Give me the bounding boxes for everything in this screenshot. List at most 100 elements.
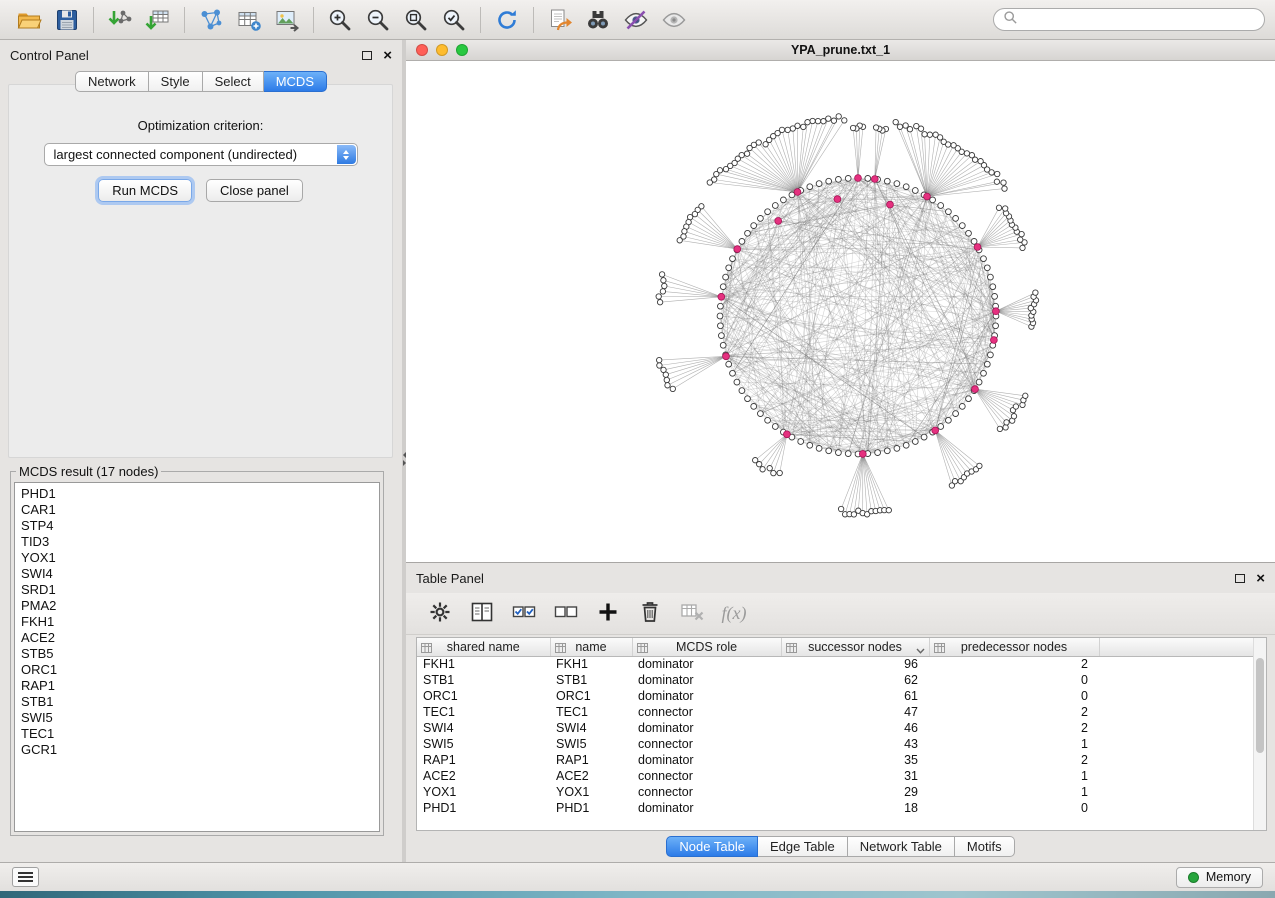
- cell-name[interactable]: STB1: [550, 672, 632, 688]
- cell-predecessor-nodes[interactable]: 1: [929, 736, 1099, 752]
- new-network-button[interactable]: [193, 4, 229, 36]
- cell-shared-name[interactable]: SWI4: [417, 720, 550, 736]
- cell-successor-nodes[interactable]: 43: [781, 736, 929, 752]
- table-row[interactable]: TEC1TEC1connector472: [417, 704, 1266, 720]
- cell-shared-name[interactable]: RAP1: [417, 752, 550, 768]
- table-scrollbar[interactable]: [1253, 638, 1266, 830]
- cell-successor-nodes[interactable]: 47: [781, 704, 929, 720]
- table-row[interactable]: STB1STB1dominator620: [417, 672, 1266, 688]
- table-row[interactable]: ORC1ORC1dominator610: [417, 688, 1266, 704]
- hide-selected-button[interactable]: [618, 4, 654, 36]
- cell-shared-name[interactable]: SWI5: [417, 736, 550, 752]
- panel-menu-button[interactable]: [12, 867, 39, 887]
- cell-predecessor-nodes[interactable]: 0: [929, 800, 1099, 816]
- control-tab-mcds[interactable]: MCDS: [264, 71, 327, 92]
- cell-successor-nodes[interactable]: 29: [781, 784, 929, 800]
- control-tab-select[interactable]: Select: [203, 71, 264, 92]
- table-scrollbar-thumb[interactable]: [1256, 658, 1264, 753]
- close-panel-icon[interactable]: ×: [383, 48, 392, 63]
- control-tab-style[interactable]: Style: [149, 71, 203, 92]
- mcds-node-item[interactable]: SWI4: [21, 566, 373, 582]
- show-graphics-details-button[interactable]: [656, 4, 692, 36]
- table-tab-node-table[interactable]: Node Table: [666, 836, 758, 857]
- cell-MCDS-role[interactable]: dominator: [632, 752, 781, 768]
- mcds-node-item[interactable]: STP4: [21, 518, 373, 534]
- cell-name[interactable]: RAP1: [550, 752, 632, 768]
- cell-predecessor-nodes[interactable]: 1: [929, 784, 1099, 800]
- close-table-panel-icon[interactable]: ×: [1256, 571, 1265, 586]
- cell-successor-nodes[interactable]: 61: [781, 688, 929, 704]
- mcds-node-item[interactable]: RAP1: [21, 678, 373, 694]
- cell-name[interactable]: SWI4: [550, 720, 632, 736]
- table-row[interactable]: FKH1FKH1dominator962: [417, 656, 1266, 672]
- mcds-node-item[interactable]: ACE2: [21, 630, 373, 646]
- cell-name[interactable]: TEC1: [550, 704, 632, 720]
- zoom-out-button[interactable]: [360, 4, 396, 36]
- delete-row-button[interactable]: [634, 598, 666, 630]
- mcds-node-item[interactable]: TID3: [21, 534, 373, 550]
- cell-name[interactable]: PHD1: [550, 800, 632, 816]
- cell-MCDS-role[interactable]: dominator: [632, 688, 781, 704]
- cell-MCDS-role[interactable]: connector: [632, 768, 781, 784]
- cell-successor-nodes[interactable]: 31: [781, 768, 929, 784]
- cell-name[interactable]: ACE2: [550, 768, 632, 784]
- table-row[interactable]: ACE2ACE2connector311: [417, 768, 1266, 784]
- column-header-successor-nodes[interactable]: successor nodes: [781, 638, 929, 656]
- mcds-node-item[interactable]: STB5: [21, 646, 373, 662]
- table-tab-motifs[interactable]: Motifs: [955, 836, 1015, 857]
- cell-MCDS-role[interactable]: dominator: [632, 656, 781, 672]
- cell-successor-nodes[interactable]: 18: [781, 800, 929, 816]
- table-tab-edge-table[interactable]: Edge Table: [758, 836, 848, 857]
- mcds-node-item[interactable]: CAR1: [21, 502, 373, 518]
- mcds-node-item[interactable]: TEC1: [21, 726, 373, 742]
- cell-successor-nodes[interactable]: 96: [781, 656, 929, 672]
- cell-MCDS-role[interactable]: dominator: [632, 800, 781, 816]
- cell-name[interactable]: YOX1: [550, 784, 632, 800]
- table-row[interactable]: YOX1YOX1connector291: [417, 784, 1266, 800]
- cell-predecessor-nodes[interactable]: 2: [929, 720, 1099, 736]
- cell-name[interactable]: FKH1: [550, 656, 632, 672]
- search-input[interactable]: [1023, 13, 1255, 27]
- import-table-button[interactable]: [140, 4, 176, 36]
- add-row-button[interactable]: [592, 598, 624, 630]
- cell-predecessor-nodes[interactable]: 0: [929, 688, 1099, 704]
- table-row[interactable]: SWI4SWI4dominator462: [417, 720, 1266, 736]
- mcds-node-item[interactable]: YOX1: [21, 550, 373, 566]
- show-columns-button[interactable]: [466, 598, 498, 630]
- cell-predecessor-nodes[interactable]: 1: [929, 768, 1099, 784]
- cell-MCDS-role[interactable]: dominator: [632, 720, 781, 736]
- network-canvas[interactable]: [406, 61, 1275, 561]
- zoom-in-button[interactable]: [322, 4, 358, 36]
- cell-shared-name[interactable]: ORC1: [417, 688, 550, 704]
- cell-shared-name[interactable]: ACE2: [417, 768, 550, 784]
- column-header-MCDS-role[interactable]: MCDS role: [632, 638, 781, 656]
- zoom-fit-button[interactable]: [398, 4, 434, 36]
- run-mcds-button[interactable]: Run MCDS: [98, 179, 192, 202]
- cell-MCDS-role[interactable]: connector: [632, 784, 781, 800]
- close-panel-button[interactable]: Close panel: [206, 179, 303, 202]
- cell-successor-nodes[interactable]: 62: [781, 672, 929, 688]
- cell-predecessor-nodes[interactable]: 0: [929, 672, 1099, 688]
- cell-name[interactable]: ORC1: [550, 688, 632, 704]
- control-tab-network[interactable]: Network: [75, 71, 149, 92]
- cell-predecessor-nodes[interactable]: 2: [929, 656, 1099, 672]
- float-panel-icon[interactable]: [362, 51, 372, 60]
- mcds-node-item[interactable]: SWI5: [21, 710, 373, 726]
- mcds-node-item[interactable]: SRD1: [21, 582, 373, 598]
- share-document-button[interactable]: [542, 4, 578, 36]
- maximize-window-icon[interactable]: [456, 44, 468, 56]
- mcds-node-item[interactable]: PMA2: [21, 598, 373, 614]
- cell-MCDS-role[interactable]: dominator: [632, 672, 781, 688]
- table-row[interactable]: PHD1PHD1dominator180: [417, 800, 1266, 816]
- mcds-node-item[interactable]: STB1: [21, 694, 373, 710]
- column-header-shared-name[interactable]: shared name: [417, 638, 550, 656]
- refresh-button[interactable]: [489, 4, 525, 36]
- cell-shared-name[interactable]: TEC1: [417, 704, 550, 720]
- cell-name[interactable]: SWI5: [550, 736, 632, 752]
- table-row[interactable]: RAP1RAP1dominator352: [417, 752, 1266, 768]
- close-window-icon[interactable]: [416, 44, 428, 56]
- export-image-button[interactable]: [269, 4, 305, 36]
- select-all-button[interactable]: [508, 598, 540, 630]
- mcds-node-item[interactable]: GCR1: [21, 742, 373, 758]
- zoom-selected-button[interactable]: [436, 4, 472, 36]
